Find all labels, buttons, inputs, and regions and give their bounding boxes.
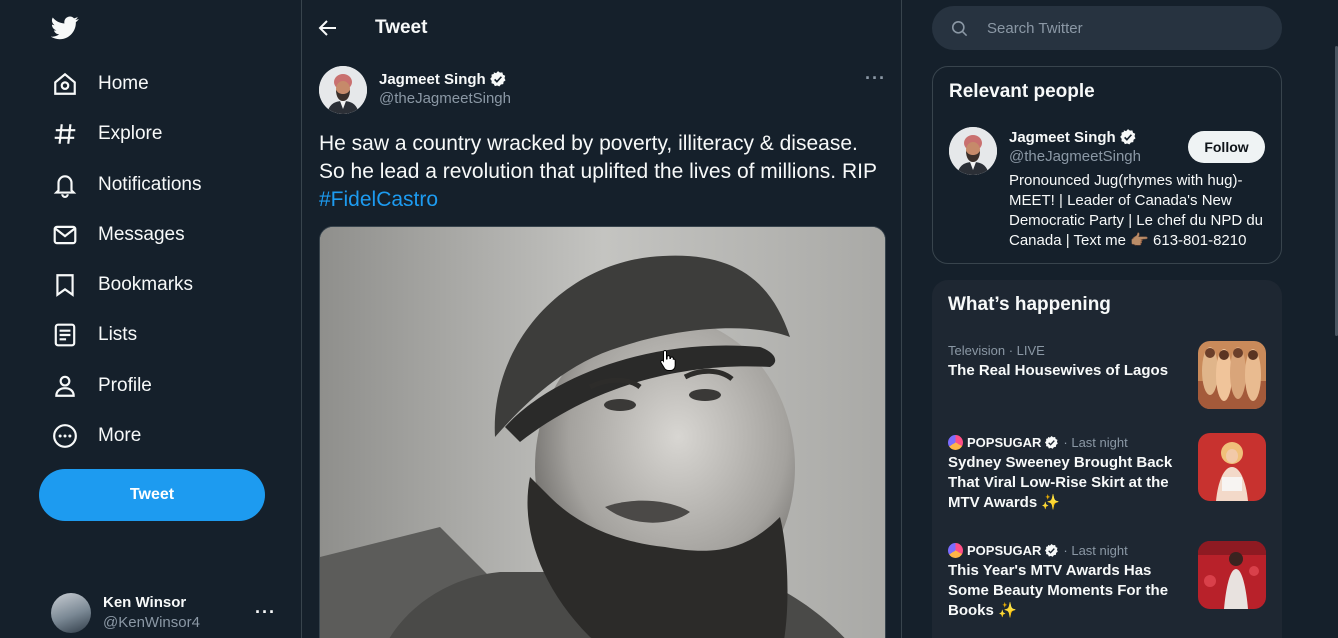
compose-tweet-button[interactable]: Tweet (39, 469, 265, 521)
nav-notifications[interactable]: Notifications (40, 163, 214, 207)
verified-badge-icon (1045, 435, 1059, 449)
hand-cursor-icon (660, 349, 676, 371)
trend-source: POPSUGAR (967, 434, 1042, 450)
account-switcher[interactable]: Ken Winsor @KenWinsor4 ··· (40, 588, 290, 638)
popsugar-logo-icon (948, 434, 963, 450)
trend-item[interactable]: Television · LIVE The Real Housewives of… (948, 341, 1266, 409)
whats-happening-card: What’s happening Television · LIVE The R… (932, 280, 1282, 638)
more-circle-icon (53, 424, 77, 448)
person-portrait-icon (319, 66, 367, 114)
follow-button[interactable]: Follow (1188, 131, 1265, 163)
trend-headline: The Real Housewives of Lagos (948, 362, 1169, 379)
trend-headline: This Year's MTV Awards Has Some Beauty M… (948, 562, 1169, 619)
hashtag-link[interactable]: #FidelCastro (319, 188, 438, 211)
author-handle[interactable]: @theJagmeetSingh (379, 90, 511, 107)
nav-messages[interactable]: Messages (40, 213, 197, 257)
author-name-text: Jagmeet Singh (379, 70, 486, 88)
right-sidebar: Relevant people Jagmeet Singh @theJagmee… (902, 0, 1338, 638)
author-name[interactable]: Jagmeet Singh (379, 70, 507, 88)
relevant-person-handle[interactable]: @theJagmeetSingh (1009, 148, 1141, 165)
relevant-people-title: Relevant people (949, 81, 1095, 102)
nav-label-lists: Lists (98, 324, 138, 345)
person-portrait-icon (949, 127, 997, 175)
nav-label-bookmarks: Bookmarks (98, 274, 194, 295)
bookmark-icon (56, 274, 74, 297)
verified-badge-icon (1045, 543, 1059, 557)
search-icon (951, 20, 968, 36)
search-bar[interactable] (932, 6, 1282, 50)
scrollbar[interactable] (1334, 0, 1338, 638)
trend-thumbnail (1198, 433, 1266, 501)
nav-profile[interactable]: Profile (40, 364, 164, 408)
nav-label-notifications: Notifications (98, 174, 202, 195)
trend-thumbnail (1198, 341, 1266, 409)
tweet-photo[interactable] (319, 226, 886, 638)
back-arrow-icon[interactable] (316, 16, 340, 40)
author-avatar[interactable] (319, 66, 367, 114)
popsugar-logo-icon (948, 542, 963, 558)
verified-badge-icon (1119, 129, 1136, 145)
trend-headline: Sydney Sweeney Brought Back That Viral L… (948, 454, 1173, 511)
red-carpet-photo-image (1198, 541, 1266, 609)
tweet-text: He saw a country wracked by poverty, ill… (319, 130, 889, 214)
nav-explore[interactable]: Explore (40, 112, 174, 156)
nav-more[interactable]: More (40, 414, 153, 458)
nav-label-more: More (98, 425, 142, 446)
main-header: Tweet (302, 0, 901, 54)
person-icon (55, 375, 75, 397)
nav-label-profile: Profile (98, 375, 152, 396)
relevant-people-card: Relevant people Jagmeet Singh @theJagmee… (932, 66, 1282, 264)
nav-label-messages: Messages (98, 224, 185, 245)
relevant-person-name[interactable]: Jagmeet Singh (1009, 128, 1137, 146)
trend-item[interactable]: POPSUGAR · Last night Sydney Sweeney Bro… (948, 433, 1266, 513)
trend-source: POPSUGAR (967, 542, 1042, 558)
whats-happening-title: What’s happening (948, 294, 1111, 315)
black-and-white-portrait-image (320, 227, 885, 638)
main-column: Tweet Jagmeet Singh @theJagmeetSingh ···… (302, 0, 902, 638)
group-photo-image (1198, 341, 1266, 409)
left-sidebar: Home Explore Notifications Messages Book… (0, 0, 302, 638)
home-icon (54, 72, 76, 95)
search-input[interactable] (987, 19, 1257, 37)
red-carpet-photo-image (1198, 433, 1266, 501)
verified-badge-icon (489, 71, 506, 87)
relevant-person-name-text: Jagmeet Singh (1009, 128, 1116, 146)
trend-time: · Last night (1063, 542, 1128, 558)
nav-bookmarks[interactable]: Bookmarks (40, 263, 205, 307)
tweet-more-icon[interactable]: ··· (865, 68, 886, 89)
list-icon (54, 323, 76, 347)
nav-home[interactable]: Home (40, 62, 161, 106)
avatar[interactable] (949, 127, 997, 175)
trend-time: · Last night (1063, 434, 1128, 450)
tweet-body: He saw a country wracked by poverty, ill… (319, 132, 877, 183)
page-title: Tweet (375, 17, 428, 38)
trend-thumbnail (1198, 541, 1266, 609)
avatar (51, 593, 91, 633)
nav-label-explore: Explore (98, 123, 163, 144)
account-name: Ken Winsor (103, 594, 187, 611)
trend-item[interactable]: POPSUGAR · Last night This Year's MTV Aw… (948, 541, 1266, 621)
account-more-icon[interactable]: ··· (255, 602, 276, 623)
twitter-logo-icon[interactable] (51, 16, 79, 40)
nav-lists[interactable]: Lists (40, 313, 149, 357)
relevant-person-bio: Pronounced Jug(rhymes with hug)-MEET! | … (1009, 172, 1264, 249)
nav-label-home: Home (98, 73, 149, 94)
hashtag-icon (54, 124, 76, 144)
envelope-icon (53, 225, 77, 245)
bell-icon (53, 175, 77, 198)
account-handle: @KenWinsor4 (103, 614, 200, 631)
